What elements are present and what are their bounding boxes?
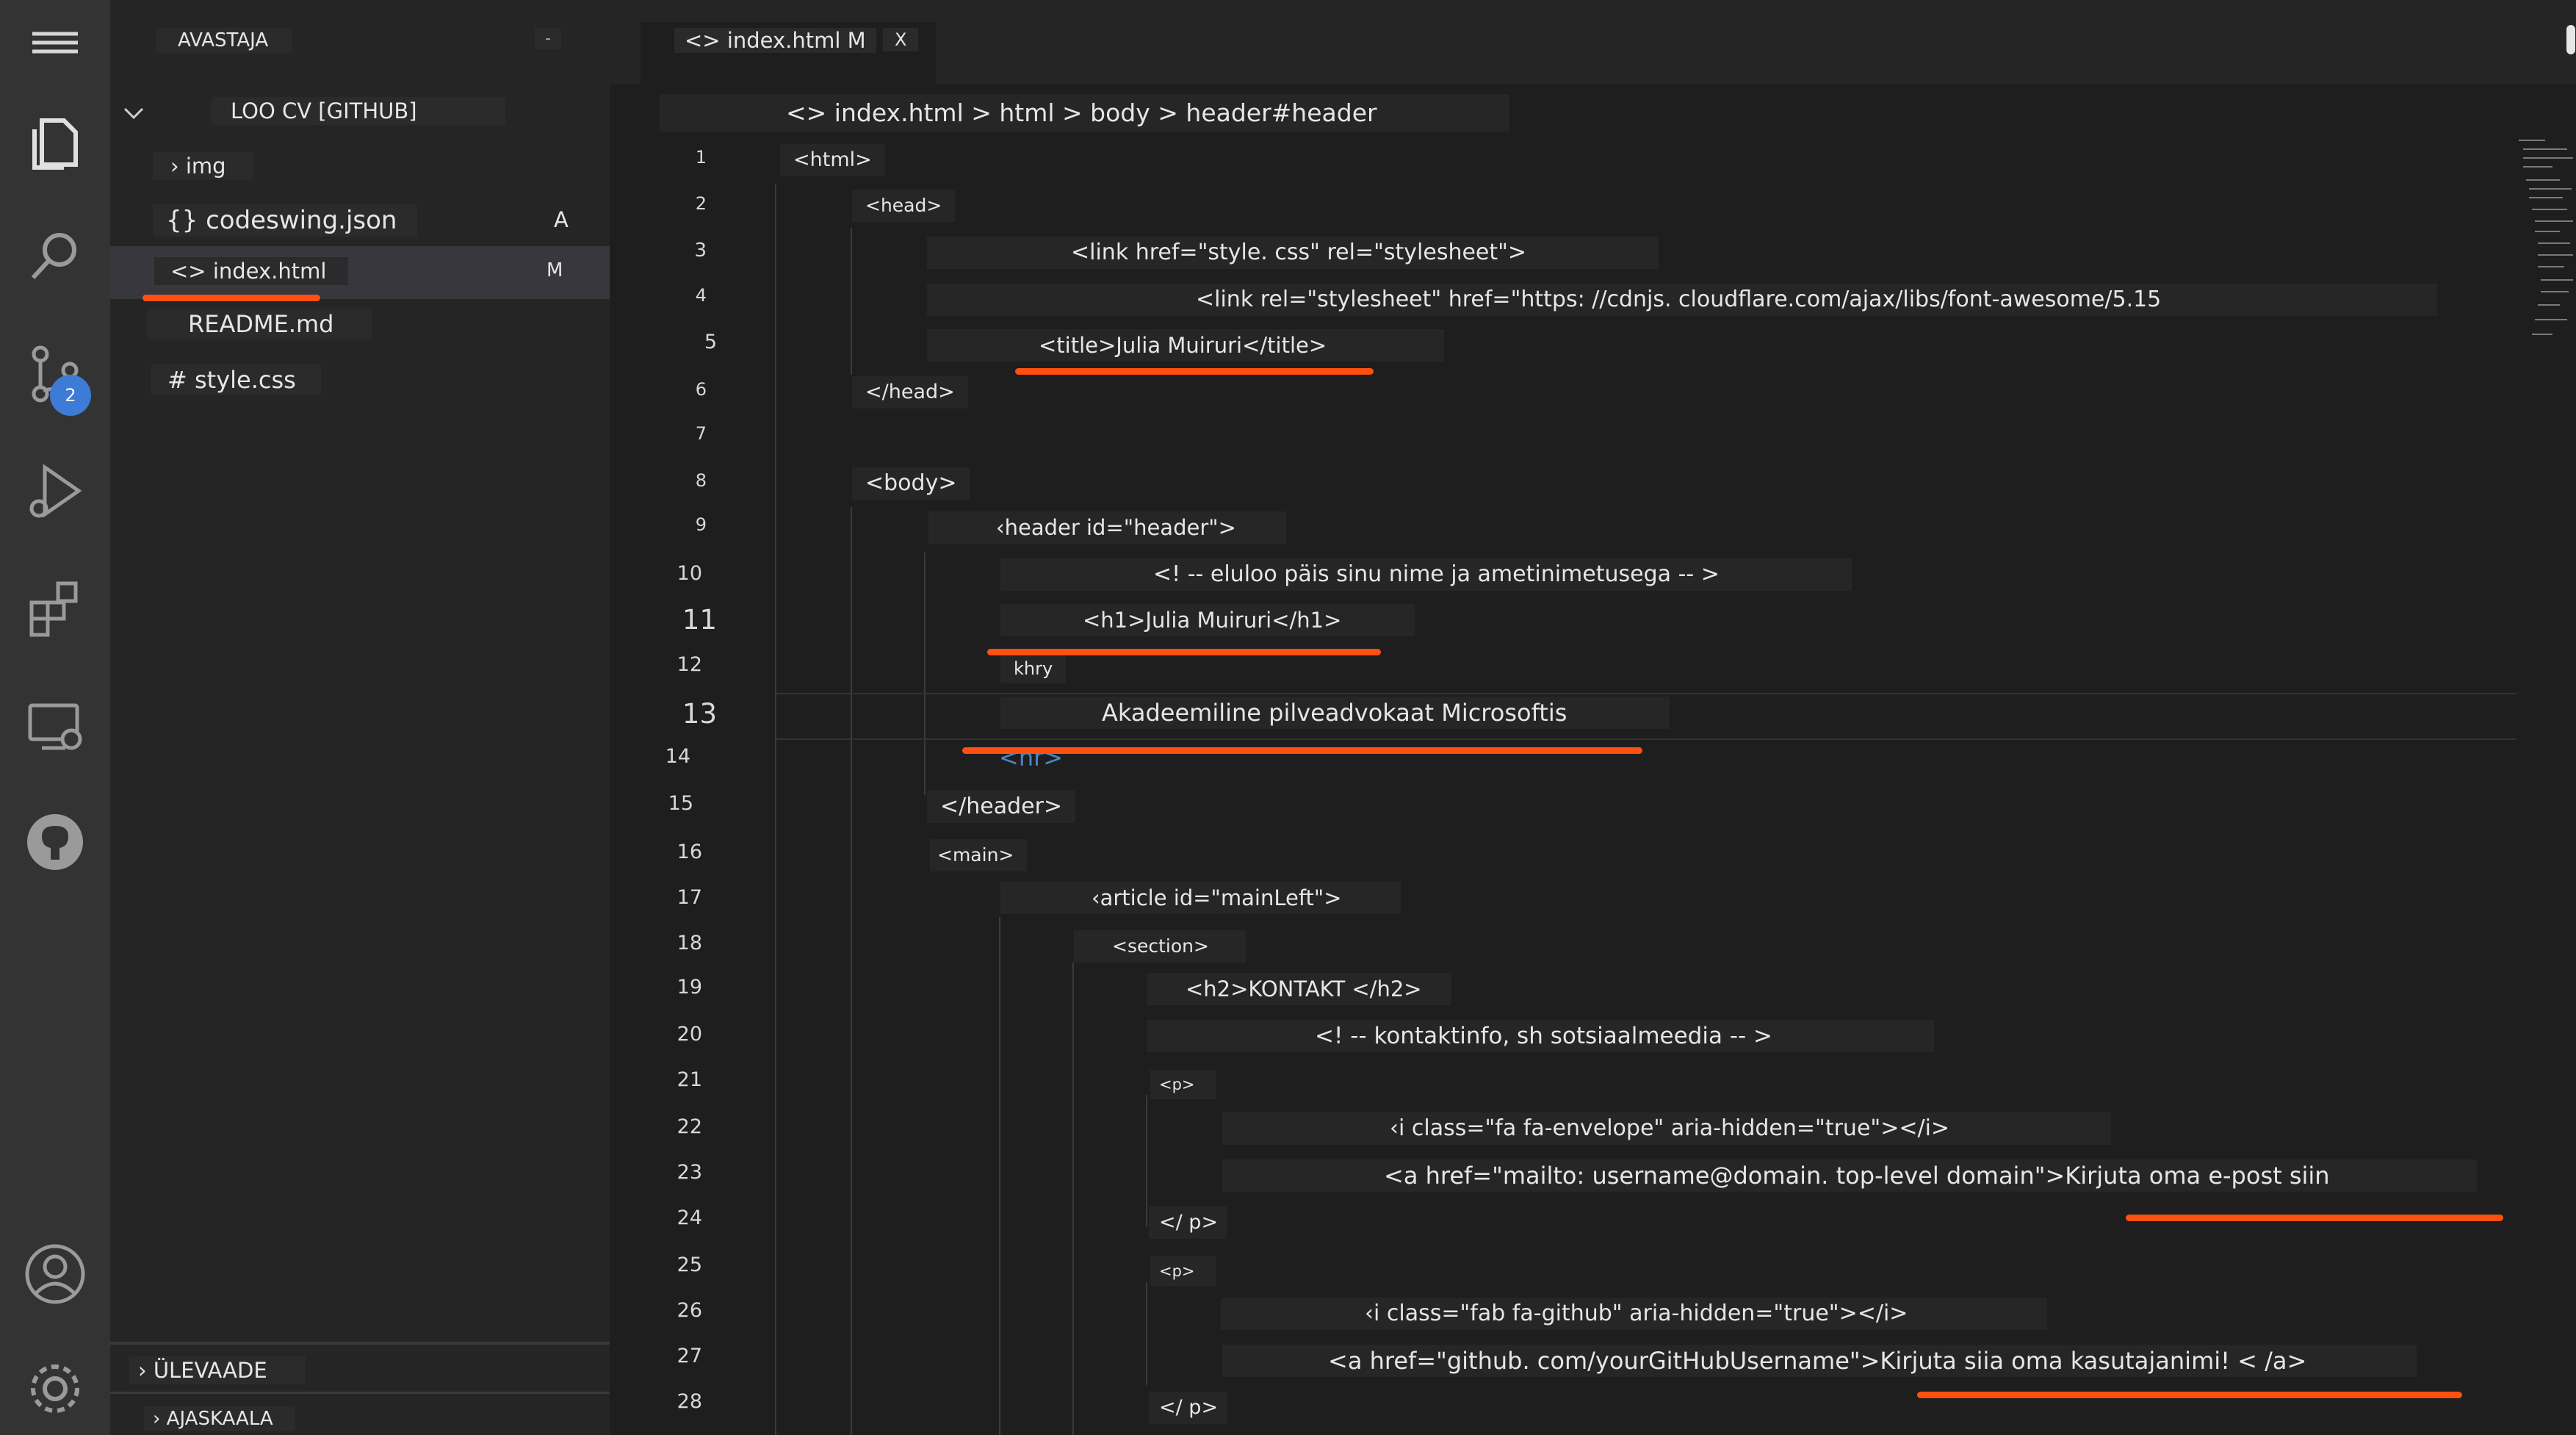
code-line[interactable]: <a href="github. com/yourGitHubUsername"… xyxy=(1222,1345,2417,1377)
project-title[interactable]: LOO CV [GITHUB] xyxy=(212,97,505,125)
code-line[interactable]: </ p> xyxy=(1149,1206,1227,1239)
annotation-underline xyxy=(2126,1215,2503,1221)
code-line[interactable]: <! -- eluloo päis sinu nime ja ametinime… xyxy=(1000,558,1852,591)
modified-badge: M xyxy=(546,259,563,281)
code-line[interactable]: </header> xyxy=(927,791,1076,823)
code-line[interactable]: Akadeemiline pilveadvokaat Microsoftis xyxy=(1000,697,1670,729)
explorer-icon[interactable] xyxy=(20,107,90,178)
added-badge: A xyxy=(554,207,569,232)
line-number: 14 xyxy=(665,745,690,768)
line-number: 28 xyxy=(677,1390,702,1413)
code-line[interactable]: ‹i class="fa fa-envelope" aria-hidden="t… xyxy=(1222,1112,2112,1145)
annotation-underline xyxy=(142,295,320,301)
outline-section[interactable]: › ÜLEVAADE xyxy=(129,1356,306,1384)
indent-guide xyxy=(775,184,776,1435)
code-line[interactable]: <main> xyxy=(930,839,1028,871)
code-line[interactable]: </head> xyxy=(852,376,968,409)
code-line[interactable]: ‹i class="fab fa-github" aria-hidden="tr… xyxy=(1221,1298,2048,1330)
line-number: 25 xyxy=(677,1254,702,1276)
line-number: 26 xyxy=(677,1299,702,1322)
line-number: 10 xyxy=(677,562,702,585)
github-icon[interactable] xyxy=(20,807,90,877)
line-number: 5 xyxy=(704,331,717,353)
code-line[interactable]: <h2>KONTAKT </h2> xyxy=(1147,973,1451,1005)
code-line[interactable]: <body> xyxy=(852,467,970,500)
indent-guide xyxy=(999,917,1000,1435)
line-number: 15 xyxy=(668,792,693,815)
account-icon[interactable] xyxy=(20,1239,90,1309)
code-line[interactable]: <link href="style. css" rel="stylesheet"… xyxy=(927,237,1659,269)
panel-divider xyxy=(110,1342,610,1345)
sidebar-title: AVASTAJA xyxy=(156,28,292,53)
panel-divider xyxy=(110,1392,610,1394)
line-number: 4 xyxy=(695,285,707,306)
remote-explorer-icon[interactable] xyxy=(20,691,90,761)
timeline-section[interactable]: › AJASKAALA xyxy=(144,1406,295,1431)
line-number: 24 xyxy=(677,1206,702,1229)
line-number: 20 xyxy=(677,1023,702,1046)
indent-guide xyxy=(1072,963,1074,1435)
line-number: 17 xyxy=(677,886,702,909)
minimap[interactable] xyxy=(2516,136,2575,400)
tree-item-img-folder[interactable]: › img xyxy=(153,152,253,180)
code-line[interactable]: <link rel="stylesheet" href="https: //cd… xyxy=(927,284,2438,316)
code-line[interactable]: <a href="mailto: username@domain. top-le… xyxy=(1222,1159,2477,1192)
line-number: 6 xyxy=(695,379,707,400)
line-number: 11 xyxy=(682,604,717,636)
line-number: 2 xyxy=(695,193,707,214)
tree-item-index-html[interactable]: <> index.html xyxy=(154,257,349,285)
code-line[interactable]: <! -- kontaktinfo, sh sotsiaalmeedia -- … xyxy=(1147,1020,1935,1052)
indent-guide xyxy=(851,228,852,375)
settings-gear-icon[interactable] xyxy=(20,1353,90,1424)
line-number: 16 xyxy=(677,841,702,863)
collapse-all-button[interactable]: - xyxy=(535,28,561,49)
line-number: 7 xyxy=(695,423,707,444)
extensions-icon[interactable] xyxy=(20,573,90,644)
code-line[interactable]: <section> xyxy=(1074,930,1246,963)
chevron-down-icon[interactable] xyxy=(120,100,147,126)
line-number: 1 xyxy=(695,147,707,168)
search-icon[interactable] xyxy=(20,220,90,291)
line-number: 8 xyxy=(695,470,707,491)
line-number: 22 xyxy=(677,1115,702,1138)
line-number: 27 xyxy=(677,1345,702,1367)
code-line[interactable]: ‹article id="mainLeft"> xyxy=(1000,882,1401,914)
source-control-badge: 2 xyxy=(50,375,91,416)
code-line[interactable]: </ p> xyxy=(1149,1392,1227,1424)
breadcrumb[interactable]: <> index.html > html > body > header#hea… xyxy=(660,94,1509,132)
indent-guide xyxy=(1146,1282,1147,1385)
annotation-underline xyxy=(1917,1392,2462,1398)
line-number: 3 xyxy=(694,240,707,262)
line-number: 21 xyxy=(677,1068,702,1091)
close-icon[interactable]: X xyxy=(883,28,919,51)
code-line[interactable]: <h1>Julia Muiruri</h1> xyxy=(1000,604,1415,636)
tree-item-codeswing-json[interactable]: {} codeswing.json xyxy=(153,204,418,237)
line-number: 12 xyxy=(677,653,702,676)
code-line[interactable]: <html> xyxy=(780,144,885,176)
indent-guide xyxy=(851,507,852,1435)
code-line[interactable]: <head> xyxy=(852,190,956,222)
line-number: 19 xyxy=(677,976,702,999)
menu-icon[interactable] xyxy=(20,7,90,78)
annotation-underline xyxy=(1015,368,1374,375)
annotation-underline xyxy=(987,649,1381,655)
tree-item-readme[interactable]: README.md xyxy=(147,309,372,339)
tab-label[interactable]: <> index.html M xyxy=(674,28,876,53)
annotation-underline xyxy=(962,747,1642,754)
run-debug-icon[interactable] xyxy=(20,456,90,526)
line-number: 9 xyxy=(695,514,707,535)
activity-bar: 2 xyxy=(0,0,110,1435)
line-number: 18 xyxy=(677,932,702,954)
code-line[interactable]: khry xyxy=(1000,654,1067,683)
code-line[interactable]: <p> xyxy=(1150,1256,1216,1286)
tree-item-style-css[interactable]: # style.css xyxy=(151,364,321,395)
line-number: 13 xyxy=(682,698,717,730)
indent-guide xyxy=(924,553,926,795)
line-number: 23 xyxy=(677,1161,702,1184)
code-line[interactable]: <p> xyxy=(1150,1070,1216,1099)
code-line[interactable]: ‹header id="header"> xyxy=(928,511,1286,544)
code-line[interactable]: <title>Julia Muiruri</title> xyxy=(927,329,1445,362)
window-edge-handle xyxy=(2566,25,2575,54)
indent-guide xyxy=(1146,1095,1147,1227)
